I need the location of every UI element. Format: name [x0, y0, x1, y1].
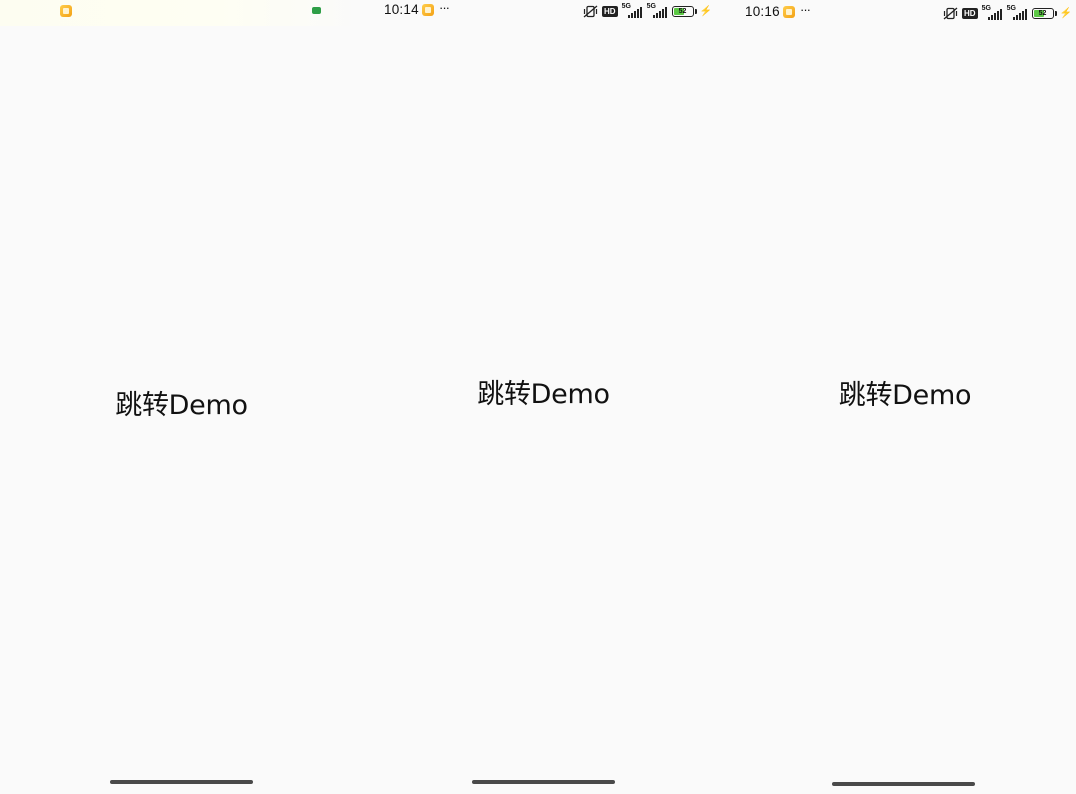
notes-app-icon [422, 4, 434, 16]
hd-badge: HD [602, 5, 618, 17]
battery-tip [1054, 10, 1057, 16]
vibrate-off-icon [943, 7, 958, 19]
more-dots-icon: ··· [439, 0, 450, 15]
lightning-icon: ⚡ [1059, 7, 1073, 19]
battery-tip [694, 8, 697, 14]
status-time: 10:14 [384, 2, 419, 17]
page-title: 跳转Demo [838, 380, 972, 411]
vibrate-off-icon [583, 5, 598, 17]
battery-icon: 52 [1031, 7, 1054, 19]
notes-app-icon [783, 6, 795, 18]
signal-icon: 5G [982, 5, 1003, 20]
green-status-icon [312, 7, 321, 14]
status-bar: 10:16 ··· HD 5G 5G 52 ⚡ [724, 0, 1076, 24]
page-title: 跳转Demo [115, 390, 248, 421]
phone-screen-3: 10:16 ··· HD 5G 5G 52 ⚡ 跳转Demo [724, 0, 1076, 794]
status-icons: HD 5G 5G 52 ⚡ [943, 5, 1073, 20]
page-title: 跳转Demo [477, 379, 610, 410]
status-icons: HD 5G 5G 52 ⚡ [583, 3, 713, 18]
hd-badge: HD [962, 7, 978, 19]
home-indicator[interactable] [832, 782, 975, 786]
signal-icon: 5G [1007, 5, 1028, 20]
home-indicator[interactable] [471, 780, 615, 784]
signal-icon: 5G [622, 3, 643, 18]
status-bar [0, 0, 363, 26]
lightning-icon: ⚡ [699, 5, 713, 17]
phone-screen-1: 跳转Demo [0, 0, 363, 794]
more-dots-icon: ··· [800, 2, 811, 17]
status-bar: 10:14 ··· HD 5G 5G 52 ⚡ [362, 0, 725, 24]
screenshot-sequence: 跳转Demo 10:14 ··· HD 5G 5G 52 ⚡ 跳转Demo 10… [0, 0, 1076, 794]
signal-icon: 5G [647, 3, 668, 18]
home-indicator[interactable] [109, 780, 253, 784]
status-time: 10:16 [745, 4, 780, 19]
notes-app-icon [60, 5, 72, 17]
phone-screen-2: 10:14 ··· HD 5G 5G 52 ⚡ 跳转Demo [362, 0, 725, 794]
battery-icon: 52 [671, 5, 694, 17]
